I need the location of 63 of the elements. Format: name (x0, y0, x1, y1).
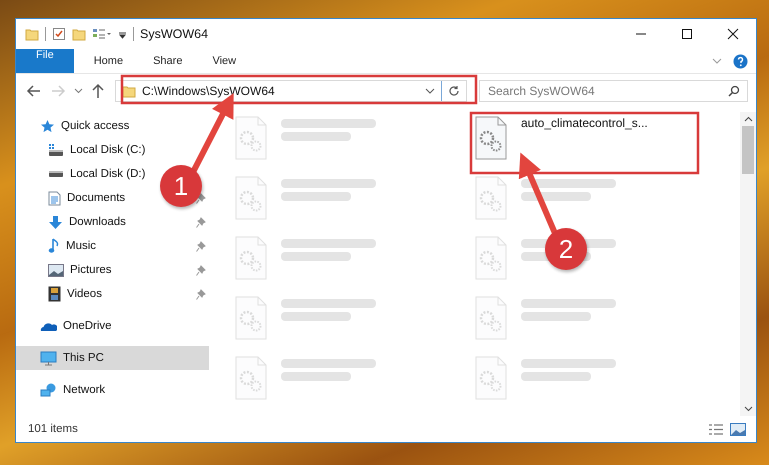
dropdown-caret-icon[interactable] (425, 87, 435, 95)
film-icon (48, 286, 61, 302)
picture-icon (48, 264, 64, 276)
nav-item[interactable]: Pictures (16, 258, 209, 282)
down-arrow-icon (48, 214, 63, 230)
drive-icon (48, 143, 64, 157)
nav-item[interactable]: Network (16, 378, 209, 402)
properties-icon[interactable] (52, 27, 66, 41)
large-icons-view-icon[interactable] (730, 422, 746, 436)
ribbon-tab[interactable]: Home (84, 49, 134, 73)
pin-icon[interactable] (196, 288, 206, 300)
view-options-icon[interactable] (92, 27, 112, 41)
blurred-text (281, 192, 351, 201)
network-icon (40, 382, 57, 398)
pin-icon[interactable] (196, 240, 206, 252)
scroll-down-icon[interactable] (744, 406, 752, 412)
expand-ribbon-icon[interactable] (711, 56, 723, 66)
pin-icon[interactable] (196, 264, 206, 276)
back-arrow-icon[interactable] (26, 84, 42, 98)
nav-item[interactable]: Quick access (16, 114, 209, 138)
folder-icon (122, 84, 136, 98)
blurred-text (281, 132, 351, 141)
nav-item[interactable]: Videos (16, 282, 209, 306)
help-icon[interactable] (733, 54, 748, 68)
details-view-icon[interactable] (708, 422, 724, 436)
star-icon (40, 118, 55, 134)
recent-caret-icon[interactable] (74, 87, 83, 95)
blurred-text (281, 252, 351, 261)
up-arrow-icon[interactable] (91, 83, 105, 99)
refresh-icon[interactable] (448, 85, 460, 97)
blurred-text (521, 372, 591, 381)
document-icon (48, 190, 61, 206)
blurred-text (281, 312, 351, 321)
scroll-thumb[interactable] (742, 126, 754, 174)
nav-item[interactable]: This PC (16, 346, 209, 370)
nav-item[interactable]: Music (16, 234, 209, 258)
search-icon (728, 85, 740, 97)
forward-arrow-icon[interactable] (50, 84, 66, 98)
blurred-text (521, 192, 591, 201)
address-field[interactable]: C:\Windows\SysWOW64 (115, 80, 467, 102)
nav-item[interactable]: OneDrive (16, 314, 209, 338)
scroll-up-icon[interactable] (744, 116, 752, 122)
new-folder-icon[interactable] (72, 27, 86, 41)
item-count: 101 items (28, 423, 78, 435)
blurred-text (521, 312, 591, 321)
blurred-text (281, 372, 351, 381)
music-note-icon (48, 238, 60, 254)
pin-icon[interactable] (196, 216, 206, 228)
ribbon-tab[interactable]: File (16, 49, 74, 73)
computer-icon (40, 350, 57, 366)
window-title: SysWOW64 (140, 27, 208, 41)
drive-icon (49, 171, 63, 177)
ribbon-tab[interactable]: View (202, 49, 246, 73)
dll-file-icon[interactable] (475, 116, 507, 160)
cloud-icon (40, 320, 57, 332)
folder-icon[interactable] (25, 27, 39, 41)
ribbon-tab[interactable]: Share (143, 49, 192, 73)
pin-icon[interactable] (196, 192, 206, 204)
nav-item[interactable]: Downloads (16, 210, 209, 234)
file-name: auto_climatecontrol_s... (521, 116, 648, 130)
scrollbar[interactable] (740, 112, 756, 416)
nav-item[interactable]: Local Disk (C:) (16, 138, 209, 162)
search-field[interactable]: Search SysWOW64 (479, 80, 748, 102)
